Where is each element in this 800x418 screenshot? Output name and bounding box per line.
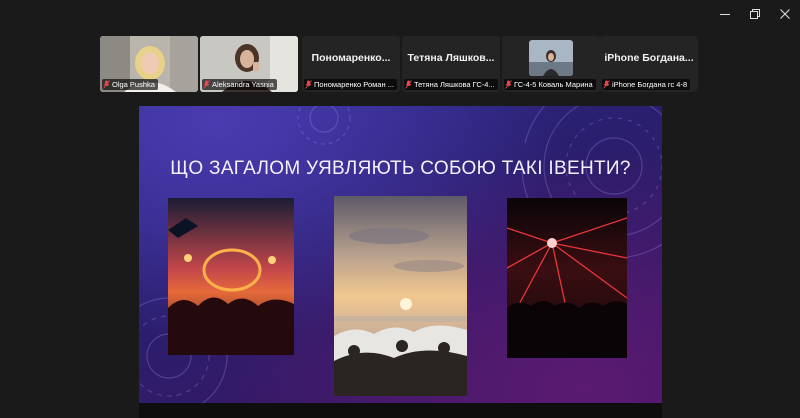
participant-label: Aleksandra Yasnia [202, 79, 277, 90]
participant-tile-active[interactable]: Aleksandra Yasnia [200, 36, 298, 92]
mic-muted-icon [603, 80, 610, 89]
participant-label: iPhone Богдана гс 4-8 [602, 79, 691, 90]
shared-screen-slide: ЩО ЗАГАЛОМ УЯВЛЯЮТЬ СОБОЮ ТАКІ ІВЕНТИ? [139, 106, 662, 403]
mic-muted-icon [103, 80, 110, 89]
close-button[interactable] [770, 0, 800, 28]
participant-tile[interactable]: ГС-4-5 Коваль Марина [502, 36, 600, 92]
restore-button[interactable] [740, 0, 770, 28]
participant-label: Тетяна Ляшкова ГС-4... [404, 79, 498, 90]
mic-muted-icon [305, 80, 312, 89]
minimize-button[interactable] [710, 0, 740, 28]
mic-muted-icon [203, 80, 210, 89]
minimize-icon [720, 14, 730, 15]
participant-label: ГС-4-5 Коваль Марина [504, 79, 596, 90]
window-controls [710, 0, 800, 28]
participant-label: Пономаренко Роман ... [304, 79, 397, 90]
participant-label: Olga Pushka [102, 79, 158, 90]
slide-bottom-bar [139, 403, 662, 418]
participant-tile[interactable]: Olga Pushka [100, 36, 198, 92]
participant-tile[interactable]: iPhone Богдана... iPhone Богдана гс 4-8 [600, 36, 698, 92]
laser-club-photo [507, 198, 627, 358]
participant-display-name: Пономаренко... [311, 52, 391, 64]
concert-photo [168, 198, 294, 355]
mic-muted-icon [405, 80, 412, 89]
participant-avatar-photo [529, 40, 573, 76]
restore-icon [750, 9, 760, 19]
beach-party-photo [334, 196, 467, 396]
participant-tile[interactable]: Пономаренко... Пономаренко Роман ... [302, 36, 400, 92]
participant-display-name: Тетяна Ляшков... [407, 52, 495, 64]
slide-title: ЩО ЗАГАЛОМ УЯВЛЯЮТЬ СОБОЮ ТАКІ ІВЕНТИ? [170, 158, 631, 179]
participant-display-name: iPhone Богдана... [604, 52, 694, 64]
close-icon [780, 9, 790, 19]
participant-tile[interactable]: Тетяна Ляшков... Тетяна Ляшкова ГС-4... [402, 36, 500, 92]
mic-muted-icon [505, 80, 512, 89]
